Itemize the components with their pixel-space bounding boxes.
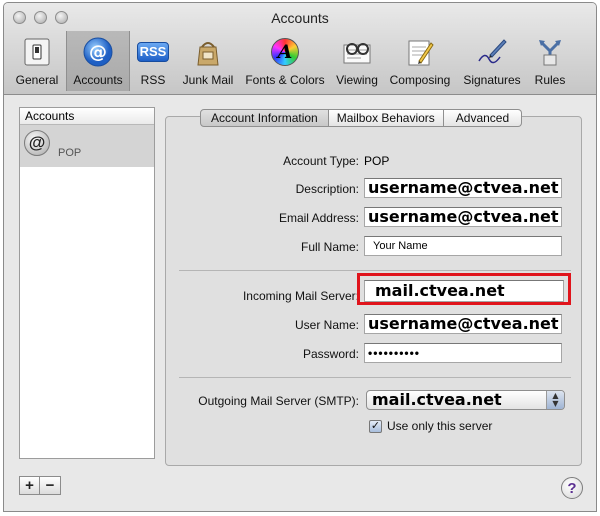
tab-account-information[interactable]: Account Information: [200, 109, 329, 127]
toolbar-general[interactable]: General: [8, 31, 66, 91]
toolbar-rss[interactable]: RSS RSS: [130, 31, 176, 91]
toolbar-label: General: [15, 73, 59, 87]
window-title: Accounts: [271, 10, 329, 26]
remove-account-button[interactable]: −: [40, 476, 61, 495]
toolbar-label: Fonts & Colors: [245, 73, 325, 87]
composing-pencil-icon: [404, 36, 436, 68]
toolbar-label: Signatures: [463, 73, 521, 87]
toolbar-label: Junk Mail: [182, 73, 234, 87]
preferences-toolbar: General @ Accounts RSS RSS Junk Mail A F…: [8, 31, 594, 93]
user-name-label: User Name:: [294, 318, 359, 332]
toolbar-label: RSS: [140, 73, 166, 87]
toolbar-composing[interactable]: Composing: [384, 31, 456, 91]
section-divider: [179, 270, 571, 271]
tab-advanced[interactable]: Advanced: [443, 109, 523, 127]
accounts-list-header: Accounts: [20, 108, 154, 125]
fonts-glyph: A: [277, 41, 293, 63]
toolbar-label: Rules: [534, 73, 566, 87]
junk-bag-icon: [192, 36, 224, 68]
settings-tabs: Account Information Mailbox Behaviors Ad…: [200, 109, 523, 127]
toolbar-signatures[interactable]: Signatures: [456, 31, 528, 91]
toolbar-rules[interactable]: Rules: [528, 31, 572, 91]
full-name-field[interactable]: Your Name: [364, 236, 562, 256]
user-name-field[interactable]: username@ctvea.net: [364, 314, 562, 334]
use-only-this-server-label: Use only this server: [387, 419, 493, 433]
toolbar-viewing[interactable]: Viewing: [330, 31, 384, 91]
accounts-list: Accounts @ POP: [19, 107, 155, 459]
account-type-label: Account Type:: [283, 154, 359, 168]
full-name-label: Full Name:: [300, 240, 359, 254]
rss-badge: RSS: [137, 42, 169, 62]
popup-arrows-icon: ▲ ▼: [546, 391, 564, 409]
incoming-mail-server-label: Incoming Mail Server:: [242, 289, 359, 303]
account-type-value: POP: [364, 154, 390, 168]
password-field[interactable]: ••••••••••: [364, 343, 562, 363]
at-sign-icon: @: [82, 36, 114, 68]
fonts-colors-icon: A: [269, 36, 301, 68]
toolbar-label: Composing: [389, 73, 451, 87]
account-add-remove-bar: + −: [19, 476, 61, 495]
incoming-server-highlight: [357, 273, 571, 305]
help-button[interactable]: ?: [561, 477, 583, 499]
preferences-content: Accounts @ POP + − Account Information M…: [4, 96, 596, 511]
smtp-server-value: mail.ctvea.net: [372, 390, 502, 409]
svg-text:@: @: [89, 42, 107, 63]
toolbar-label: Viewing: [336, 73, 378, 87]
account-row-pop[interactable]: @ POP: [20, 125, 154, 167]
account-type-label: POP: [58, 147, 82, 159]
rules-arrows-icon: [534, 36, 566, 68]
description-label: Description:: [295, 182, 359, 196]
description-field[interactable]: username@ctvea.net: [364, 178, 562, 198]
title-bar: Accounts General @ Accounts RSS RSS Junk…: [4, 3, 596, 95]
use-only-this-server-checkbox[interactable]: ✓: [369, 420, 382, 433]
toolbar-fonts-colors[interactable]: A Fonts & Colors: [240, 31, 330, 91]
signature-pen-icon: [476, 36, 508, 68]
rss-badge-icon: RSS: [137, 36, 169, 68]
preferences-window: Accounts General @ Accounts RSS RSS Junk…: [3, 2, 597, 512]
toolbar-junk-mail[interactable]: Junk Mail: [176, 31, 240, 91]
smtp-server-label: Outgoing Mail Server (SMTP):: [198, 394, 359, 408]
toolbar-accounts[interactable]: @ Accounts: [66, 31, 130, 91]
light-switch-icon: [21, 36, 53, 68]
toolbar-label: Accounts: [73, 73, 123, 87]
add-account-button[interactable]: +: [19, 476, 40, 495]
at-sign-icon: @: [24, 130, 50, 156]
tab-mailbox-behaviors[interactable]: Mailbox Behaviors: [328, 109, 444, 127]
viewing-glasses-icon: [341, 36, 373, 68]
smtp-server-popup[interactable]: mail.ctvea.net ▲ ▼: [366, 390, 565, 410]
section-divider: [179, 377, 571, 378]
email-address-field[interactable]: username@ctvea.net: [364, 207, 562, 227]
password-label: Password:: [302, 347, 359, 361]
email-address-label: Email Address:: [278, 211, 359, 225]
